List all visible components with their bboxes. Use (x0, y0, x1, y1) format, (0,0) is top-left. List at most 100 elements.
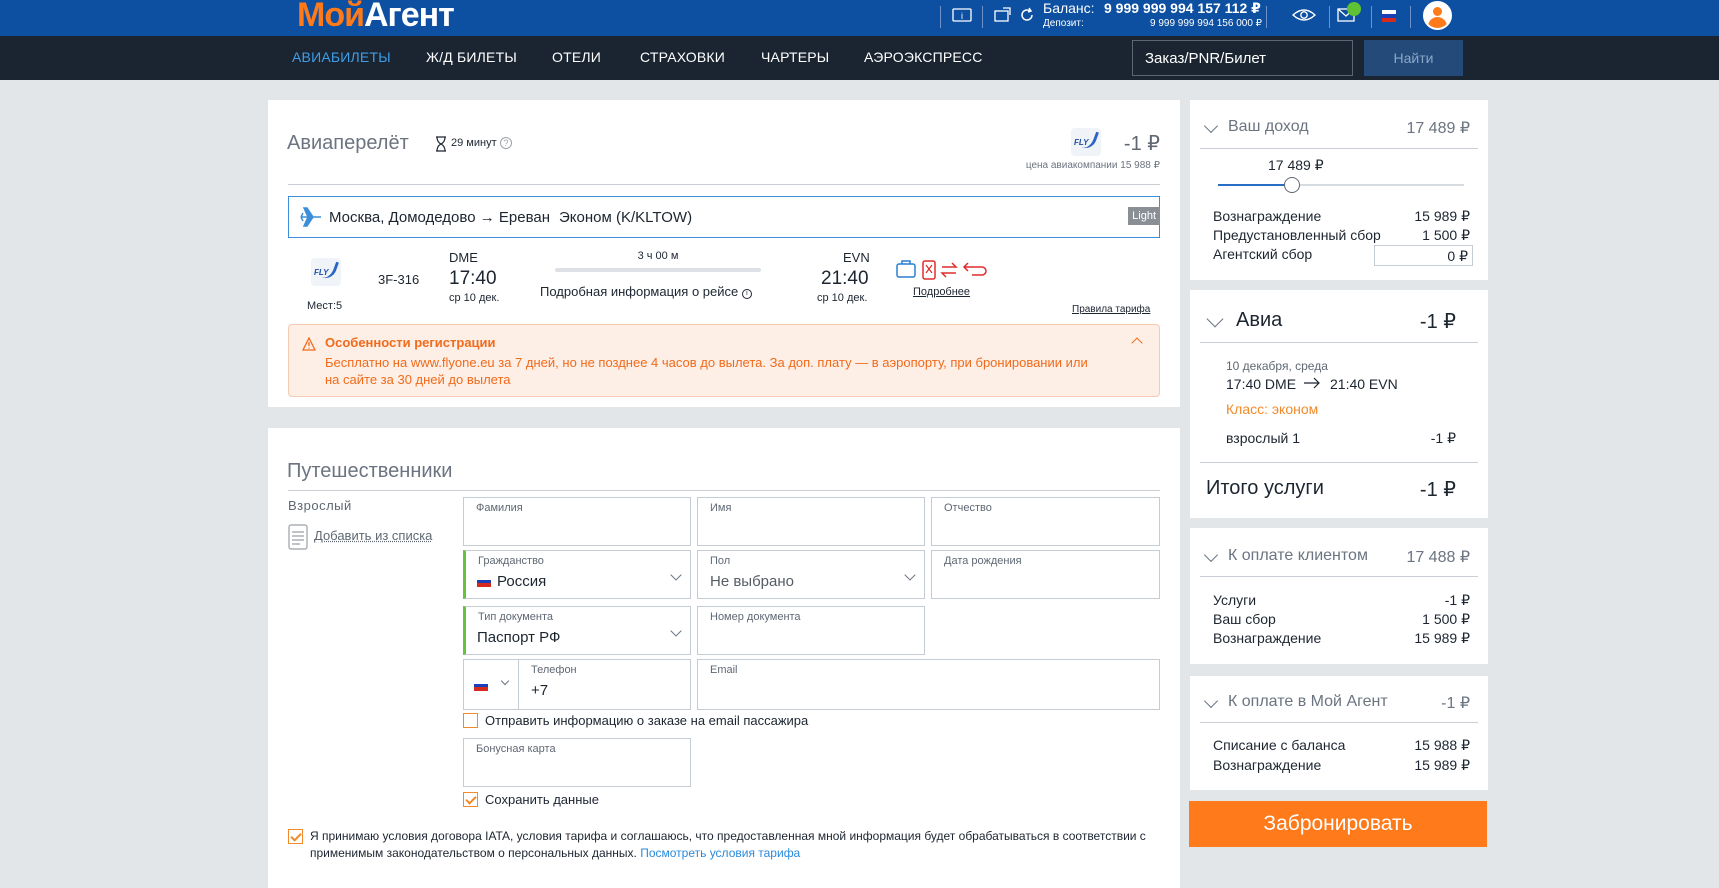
traveller-type: Взрослый (288, 498, 352, 513)
departure-code: DME (449, 250, 478, 265)
header-separator (1371, 6, 1372, 28)
eye-icon[interactable] (1291, 7, 1317, 27)
agent-fee-label: Агентский сбор (1213, 246, 1313, 262)
add-from-list-link[interactable]: Добавить из списка (314, 528, 432, 543)
airline-price: цена авиакомпании 15 988 ₽ (1025, 160, 1160, 171)
agent-row-value: 15 989 ₽ (1414, 757, 1470, 773)
preset-fee-label: Предустановленный сбор (1213, 227, 1381, 243)
logo[interactable]: МойАгент (297, 0, 455, 35)
chevron-up-icon[interactable] (1131, 337, 1143, 349)
document-type-select[interactable]: Тип документа Паспорт РФ (463, 606, 691, 655)
divider (288, 184, 1160, 185)
fare-rules-link[interactable]: Правила тарифа (1072, 304, 1150, 315)
airplane-icon (300, 207, 321, 227)
avia-departure: 17:40 DME (1226, 376, 1297, 392)
agent-fee-input[interactable]: 0 ₽ (1374, 245, 1473, 266)
avia-total: -1 ₽ (1419, 311, 1456, 333)
seats-left: Мест:5 (307, 300, 343, 312)
bonus-card-field[interactable]: Бонусная карта (463, 738, 691, 787)
agent-payment-title: К оплате в Мой Агент (1228, 693, 1388, 710)
surname-field[interactable]: Фамилия (463, 497, 691, 546)
more-details-link[interactable]: Подробнее (913, 286, 970, 298)
airline-logo: FLY (1071, 128, 1101, 156)
language-flag-icon[interactable] (1382, 10, 1396, 22)
chevron-down-icon (670, 625, 682, 637)
income-total: 17 489 ₽ (1406, 120, 1470, 137)
client-row-value: -1 ₽ (1444, 592, 1470, 608)
nav-rail[interactable]: Ж/Д БИЛЕТЫ (426, 49, 517, 65)
save-data-checkbox[interactable] (463, 792, 478, 807)
nav-avia[interactable]: АВИАБИЛЕТЫ (292, 49, 391, 65)
terms-link[interactable]: Посмотреть условия тарифа (640, 846, 800, 860)
send-email-checkbox[interactable] (463, 713, 478, 728)
save-data-label: Сохранить данные (485, 792, 599, 807)
deposit-value: 9 999 999 994 156 000 ₽ (1150, 18, 1263, 29)
warning-icon (302, 337, 316, 351)
airline-logo: FLY (311, 258, 341, 286)
income-slider[interactable] (1218, 177, 1464, 193)
name-field[interactable]: Имя (697, 497, 925, 546)
reward-value: 15 989 ₽ (1414, 208, 1470, 224)
nav-charters[interactable]: ЧАРТЕРЫ (761, 49, 829, 65)
services-total-label: Итого услуги (1206, 477, 1324, 499)
terms-text: Я принимаю условия договора IATA, услови… (310, 829, 1146, 860)
phone-country-select[interactable] (463, 659, 519, 710)
nav-insurance[interactable]: СТРАХОВКИ (640, 49, 725, 65)
citizenship-select[interactable]: Гражданство Россия (463, 550, 691, 599)
flight-duration-line (555, 268, 761, 272)
arrival-code: EVN (843, 250, 870, 265)
agent-payment-total: -1 ₽ (1441, 695, 1470, 712)
flight-price: -1 ₽ (1123, 133, 1160, 155)
send-email-label: Отправить информацию о заказе на email п… (485, 713, 809, 728)
accept-terms-checkbox[interactable] (288, 829, 303, 844)
search-button[interactable]: Найти (1364, 40, 1463, 76)
flight-number: 3F-316 (378, 272, 420, 287)
deposit-label: Депозит: (1043, 18, 1084, 29)
russia-flag-icon (477, 576, 491, 587)
fare-badge: Light (1128, 207, 1160, 225)
info-card-icon[interactable]: i (952, 7, 972, 27)
birthdate-field[interactable]: Дата рождения (931, 550, 1160, 599)
header-separator (1266, 6, 1267, 28)
flight-details-link[interactable]: Подробная информация о рейсе i (540, 284, 752, 299)
order-search-input[interactable] (1132, 40, 1353, 76)
booking-timer: 29 минут (451, 137, 497, 149)
notification-badge (1347, 2, 1361, 16)
agent-row-label: Вознаграждение (1213, 757, 1322, 773)
hourglass-icon (435, 136, 447, 157)
arrival-date: ср 10 дек. (817, 292, 868, 304)
arrival-time: 21:40 (821, 268, 869, 289)
route-text: Москва, Домодедово → Ереван (329, 209, 550, 226)
help-icon[interactable]: ? (500, 137, 512, 149)
email-field[interactable]: Email (697, 659, 1160, 710)
top-up-icon[interactable] (993, 7, 1013, 27)
divider (1200, 342, 1478, 343)
gender-select[interactable]: Пол Не выбрано (697, 550, 925, 599)
chevron-down-icon (670, 569, 682, 581)
income-slider-thumb[interactable] (1283, 177, 1300, 193)
refresh-icon[interactable] (1017, 7, 1037, 27)
income-slider-fill (1218, 184, 1292, 186)
flight-title: Авиаперелёт (287, 132, 409, 154)
list-icon (288, 524, 308, 555)
client-row-label: Ваш сбор (1213, 611, 1276, 627)
passenger-price: -1 ₽ (1430, 430, 1456, 446)
income-title: Ваш доход (1228, 118, 1309, 135)
user-avatar[interactable] (1423, 1, 1452, 30)
departure-date: ср 10 дек. (449, 292, 500, 304)
nav-aeroexpress[interactable]: АЭРОЭКСПРЕСС (864, 49, 983, 65)
flight-duration: 3 ч 00 м (637, 250, 679, 262)
header-separator (940, 6, 941, 28)
avia-date: 10 декабря, среда (1226, 359, 1328, 373)
book-button[interactable]: Забронировать (1189, 801, 1487, 847)
agent-row-label: Списание с баланса (1213, 737, 1346, 753)
nav-hotels[interactable]: ОТЕЛИ (552, 49, 601, 65)
header-separator (982, 6, 983, 28)
phone-field[interactable]: Телефон +7 (518, 659, 691, 710)
passenger-label: взрослый 1 (1226, 430, 1300, 446)
chevron-down-icon (904, 569, 916, 581)
avia-arrival: 21:40 EVN (1330, 376, 1398, 392)
baggage-icons (896, 257, 988, 286)
document-number-field[interactable]: Номер документа (697, 606, 925, 655)
patronymic-field[interactable]: Отчество (931, 497, 1160, 546)
